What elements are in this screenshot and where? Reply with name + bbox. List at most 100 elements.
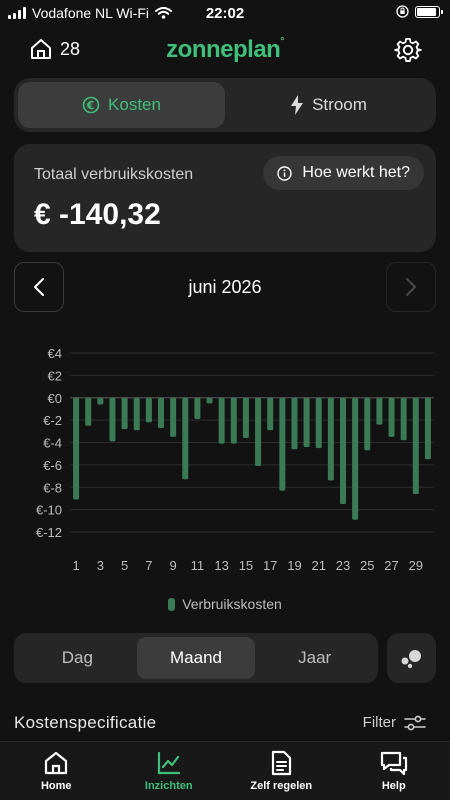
legend-swatch [168, 597, 176, 611]
tab-kosten-label: Kosten [108, 95, 161, 114]
kosten-stroom-switch: Kosten Stroom [14, 78, 436, 132]
tab-maand[interactable]: Maand [136, 637, 256, 679]
brand-text: zonneplan [166, 36, 281, 63]
x-tick-label: 5 [121, 558, 128, 573]
x-tick-label: 13 [214, 558, 228, 573]
bottom-tab-bar: Home Inzichten Zelf regelen Help [0, 741, 450, 800]
total-costs-label: Totaal verbruikskosten [34, 166, 194, 183]
x-tick-label: 9 [170, 558, 177, 573]
tab-help-label: Help [381, 780, 406, 792]
costs-bar-chart: €4€2€0€-2€-4€-6€-8€-10€-121 3 5 7 9 11 13 15 17 1… [36, 346, 434, 573]
chart-bar[interactable] [352, 397, 359, 520]
chart-bar[interactable] [364, 397, 371, 451]
chart-bar[interactable] [182, 397, 189, 480]
chart-bar[interactable] [388, 397, 395, 437]
chart-bar[interactable] [303, 397, 310, 447]
chart-bar[interactable] [242, 397, 249, 439]
chart-bar[interactable] [255, 397, 262, 466]
tab-home[interactable]: Home [0, 742, 113, 800]
next-month-button[interactable] [386, 262, 436, 312]
y-tick-label: €-2 [43, 413, 62, 428]
chevron-right-icon [406, 278, 416, 296]
tab-jaar-label: Jaar [298, 648, 332, 667]
chart-bar[interactable] [267, 397, 274, 431]
chat-icon [380, 751, 407, 776]
chart-bar[interactable] [73, 397, 80, 500]
info-icon [277, 165, 293, 181]
chart-legend: Verbruikskosten [0, 596, 450, 612]
chart-bar[interactable] [230, 397, 237, 444]
chart-bar[interactable] [327, 397, 334, 481]
chart-bar[interactable] [85, 397, 92, 426]
chart-bar[interactable] [194, 397, 201, 420]
filter-button[interactable]: Filter [363, 714, 426, 731]
tab-maand-label: Maand [170, 648, 222, 667]
tab-stroom[interactable]: Stroom [225, 82, 432, 128]
x-tick-label: 29 [409, 558, 423, 573]
chart-bar[interactable] [109, 397, 116, 442]
tab-kosten[interactable]: Kosten [18, 82, 225, 128]
chart-bar[interactable] [340, 397, 346, 505]
chart-bar[interactable] [121, 397, 128, 430]
tab-zelf-regelen[interactable]: Zelf regelen [225, 742, 338, 800]
lightning-icon [291, 95, 304, 115]
tab-dag[interactable]: Dag [18, 637, 137, 679]
x-tick-label: 23 [336, 558, 350, 573]
y-tick-label: €-8 [43, 480, 62, 495]
status-right [396, 5, 443, 18]
status-time: 22:02 [205, 5, 245, 22]
filter-label: Filter [362, 714, 396, 731]
chart-bar[interactable] [218, 397, 225, 444]
month-navigation: juni 2026 [14, 262, 436, 312]
euro-circle-icon [82, 96, 100, 114]
chart-bar[interactable] [412, 397, 419, 494]
how-it-works-label: Hoe werkt het? [302, 164, 410, 181]
tab-zelf-regelen-label: Zelf regelen [250, 780, 313, 792]
y-tick-label: €0 [48, 391, 62, 406]
chart-bar[interactable] [315, 397, 322, 449]
dots-cluster-icon [401, 650, 421, 669]
document-icon [272, 750, 292, 776]
tab-stroom-label: Stroom [312, 95, 367, 114]
gear-icon [394, 38, 422, 62]
how-it-works-button[interactable]: Hoe werkt het? [263, 156, 424, 190]
period-switch: Dag Maand Jaar [14, 633, 378, 683]
y-tick-label: €-12 [36, 525, 62, 540]
tab-help[interactable]: Help [338, 742, 450, 800]
chart-bar[interactable] [145, 397, 152, 423]
x-tick-label: 11 [191, 558, 205, 573]
chart-bar[interactable] [279, 397, 286, 491]
brand-logo: zonneplan° [0, 36, 450, 64]
chart-bar[interactable] [400, 397, 407, 441]
chart-bar[interactable] [158, 397, 164, 428]
tab-jaar[interactable]: Jaar [255, 637, 374, 679]
chart-bar[interactable] [206, 397, 213, 404]
chart-bar[interactable] [376, 397, 383, 425]
home-icon [45, 751, 68, 775]
chart-bar[interactable] [291, 397, 298, 450]
tab-inzichten-label: Inzichten [144, 780, 193, 792]
x-tick-label: 25 [360, 558, 374, 573]
chart-bar[interactable] [97, 397, 104, 405]
chart-bar[interactable] [424, 397, 431, 460]
chart-options-button[interactable] [387, 633, 436, 683]
tab-inzichten[interactable]: Inzichten [113, 742, 226, 800]
x-tick-label: 21 [311, 558, 325, 573]
chart-bar[interactable] [170, 397, 177, 437]
brand-dot: ° [280, 36, 284, 47]
orientation-lock-icon [396, 5, 409, 18]
x-tick-label: 15 [239, 558, 253, 573]
total-costs-value: € -140,32 [34, 198, 161, 231]
tab-dag-label: Dag [61, 648, 93, 667]
chart-bar[interactable] [133, 397, 140, 431]
settings-button[interactable] [394, 36, 422, 69]
month-label: juni 2026 [188, 277, 262, 297]
y-tick-label: €-4 [43, 436, 62, 451]
x-tick-label: 19 [287, 558, 301, 573]
x-tick-label: 3 [97, 558, 104, 573]
x-tick-label: 7 [145, 558, 152, 573]
sliders-icon [404, 715, 426, 730]
legend-label: Verbruikskosten [182, 596, 282, 612]
app-header: 28 zonneplan° [0, 30, 450, 74]
section-title: Kostenspecificatie [14, 713, 157, 732]
